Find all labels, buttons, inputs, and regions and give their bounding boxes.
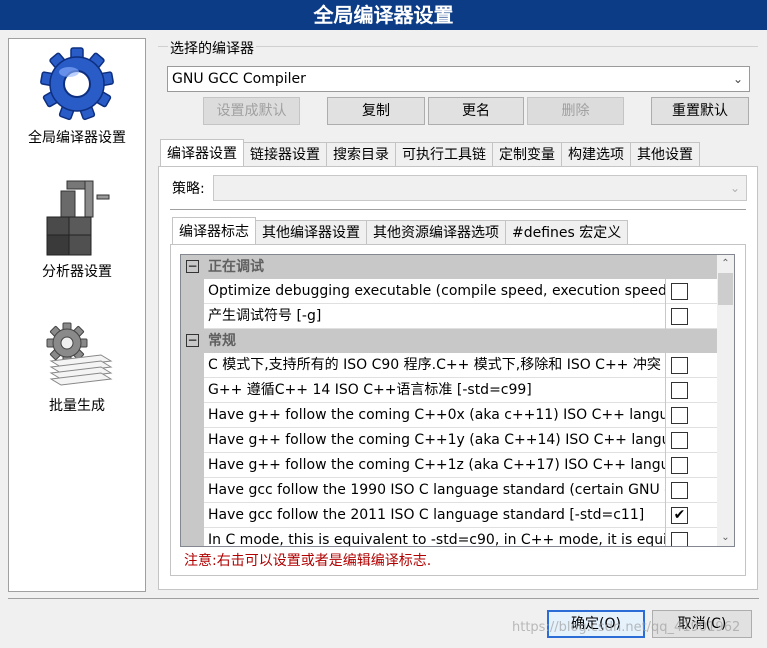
strategy-label: 策略:	[172, 181, 205, 197]
flag-label: In C mode, this is equivalent to -std=c9…	[208, 528, 666, 546]
compiler-group-label: 选择的编译器	[168, 38, 256, 58]
flag-row[interactable]: Have g++ follow the coming C++1z (aka C+…	[181, 453, 717, 478]
sidebar-item-label: 分析器设置	[42, 264, 112, 280]
tab-build-options[interactable]: 构建选项	[561, 142, 631, 166]
row-gutter	[181, 478, 204, 503]
category-row[interactable]: − 正在调试	[181, 255, 717, 279]
collapse-icon[interactable]: −	[186, 334, 199, 347]
tab-other-settings[interactable]: 其他设置	[630, 142, 700, 166]
category-label: 正在调试	[208, 259, 264, 275]
sub-tabs: 编译器标志 其他编译器设置 其他资源编译器选项 #defines 宏定义	[172, 217, 629, 244]
strategy-divider	[170, 209, 746, 210]
caliper-icon	[46, 180, 110, 256]
flag-row[interactable]: Optimize debugging executable (compile s…	[181, 279, 717, 304]
compiler-flags-grid: − 正在调试 Optimize debugging executable (co…	[180, 254, 735, 547]
reset-defaults-button[interactable]: 重置默认	[651, 97, 749, 125]
flag-label: Have gcc follow the 1990 ISO C language …	[208, 478, 666, 503]
row-gutter	[181, 503, 204, 528]
scrollbar-thumb[interactable]	[718, 273, 733, 305]
chevron-down-icon: ⌄	[732, 72, 743, 86]
flag-label: Have g++ follow the coming C++1y (aka C+…	[208, 428, 666, 453]
flag-label: Optimize debugging executable (compile s…	[208, 279, 666, 304]
vertical-scrollbar[interactable]: ⌃ ⌄	[717, 255, 734, 546]
row-gutter	[181, 453, 204, 478]
row-gutter	[181, 304, 204, 329]
bottom-separator	[8, 598, 759, 599]
flag-row[interactable]: Have g++ follow the coming C++0x (aka c+…	[181, 403, 717, 428]
batch-build-icon	[46, 322, 113, 386]
sidebar-item-batch-build[interactable]: 批量生成	[9, 321, 145, 415]
flag-row[interactable]: C 模式下,支持所有的 ISO C90 程序.C++ 模式下,移除和 ISO C…	[181, 353, 717, 378]
flag-label: Have g++ follow the coming C++1z (aka C+…	[208, 453, 666, 478]
flag-row[interactable]: Have gcc follow the 2011 ISO C language …	[181, 503, 717, 528]
row-gutter	[181, 353, 204, 378]
flags-hint: 注意:右击可以设置或者是编辑编译标志.	[184, 553, 432, 569]
sidebar-item-profiler-settings[interactable]: 分析器设置	[9, 177, 145, 281]
compiler-select[interactable]: GNU GCC Compiler ⌄	[167, 66, 750, 92]
flag-label: C 模式下,支持所有的 ISO C90 程序.C++ 模式下,移除和 ISO C…	[208, 353, 666, 378]
flag-label: G++ 遵循C++ 14 ISO C++语言标准 [-std=c99]	[208, 378, 666, 403]
settings-sidebar: 全局编译器设置 分析器设置 批量生成	[8, 38, 146, 592]
flag-checkbox[interactable]	[671, 482, 688, 499]
sidebar-item-label: 批量生成	[49, 398, 105, 414]
tab-toolchain-executables[interactable]: 可执行工具链	[395, 142, 493, 166]
tab-search-directories[interactable]: 搜索目录	[326, 142, 396, 166]
tab-compiler-settings[interactable]: 编译器设置	[160, 139, 244, 166]
flag-checkbox[interactable]	[671, 407, 688, 424]
sidebar-item-label: 全局编译器设置	[9, 127, 145, 147]
flag-checkbox[interactable]	[671, 357, 688, 374]
flag-checkbox[interactable]	[671, 382, 688, 399]
flag-checkbox[interactable]	[671, 283, 688, 300]
tab-linker-settings[interactable]: 链接器设置	[243, 142, 327, 166]
row-gutter	[181, 279, 204, 304]
scroll-up-icon[interactable]: ⌃	[717, 255, 734, 272]
strategy-select[interactable]: ⌄	[213, 175, 747, 201]
flag-checkbox[interactable]	[671, 457, 688, 474]
chevron-down-icon: ⌄	[729, 181, 740, 195]
compiler-select-value: GNU GCC Compiler	[172, 71, 306, 87]
row-gutter	[181, 428, 204, 453]
sidebar-item-global-compiler-settings[interactable]: 全局编译器设置	[9, 45, 145, 147]
flag-row[interactable]: Have gcc follow the 1990 ISO C language …	[181, 478, 717, 503]
flag-checkbox-checked[interactable]: ✔	[671, 507, 688, 524]
watermark: https://blog.csdn.net/qq_41901962	[512, 620, 741, 635]
delete-button[interactable]: 删除	[527, 97, 624, 125]
flag-row[interactable]: 产生调试符号 [-g]	[181, 304, 717, 329]
tab-compiler-flags[interactable]: 编译器标志	[172, 217, 256, 244]
flag-checkbox[interactable]	[671, 532, 688, 546]
scroll-down-icon[interactable]: ⌄	[717, 529, 734, 546]
row-gutter	[181, 378, 204, 403]
set-default-button[interactable]: 设置成默认	[203, 97, 300, 125]
gear-icon	[40, 47, 114, 121]
flag-label: 产生调试符号 [-g]	[208, 304, 666, 329]
tab-custom-variables[interactable]: 定制变量	[492, 142, 562, 166]
category-label: 常规	[208, 333, 236, 349]
flag-row[interactable]: Have g++ follow the coming C++1y (aka C+…	[181, 428, 717, 453]
collapse-icon[interactable]: −	[186, 260, 199, 273]
row-gutter	[181, 403, 204, 428]
rename-button[interactable]: 更名	[428, 97, 524, 125]
flag-checkbox[interactable]	[671, 432, 688, 449]
flag-label: Have gcc follow the 2011 ISO C language …	[208, 503, 666, 528]
copy-button[interactable]: 复制	[327, 97, 425, 125]
flag-label: Have g++ follow the coming C++0x (aka c+…	[208, 403, 666, 428]
tab-other-compiler-options[interactable]: 其他编译器设置	[255, 220, 367, 244]
flag-row[interactable]: G++ 遵循C++ 14 ISO C++语言标准 [-std=c99]	[181, 378, 717, 403]
main-tabs: 编译器设置 链接器设置 搜索目录 可执行工具链 定制变量 构建选项 其他设置	[160, 139, 700, 166]
flag-row[interactable]: In C mode, this is equivalent to -std=c9…	[181, 528, 717, 546]
window-title: 全局编译器设置	[0, 0, 767, 30]
category-row[interactable]: − 常规	[181, 329, 717, 353]
flag-checkbox[interactable]	[671, 308, 688, 325]
tab-defines[interactable]: #defines 宏定义	[505, 220, 629, 244]
tab-resource-compiler-options[interactable]: 其他资源编译器选项	[366, 220, 506, 244]
row-gutter	[181, 528, 204, 546]
